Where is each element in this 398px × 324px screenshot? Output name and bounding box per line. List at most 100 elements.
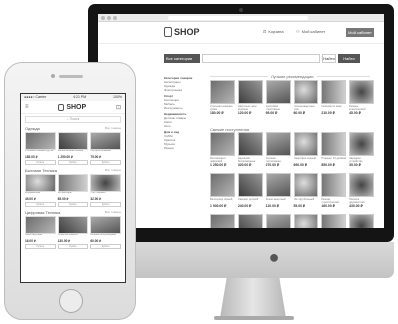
product-card[interactable]: Диван угловой2 400.00 ₽ [293,214,319,228]
product-card[interactable]: Самокат детский 240.00 ₽ [237,173,263,208]
product-image[interactable] [293,214,319,228]
product-image[interactable] [265,214,291,228]
product-image[interactable] [210,214,235,228]
product-card[interactable]: Полка книжная140.00 ₽ [321,214,347,228]
shop-logo[interactable]: SHOP [164,27,200,37]
cart-icon[interactable]: ⊡ [116,104,121,111]
product-card[interactable]: Планшет 10 дюймов 850.00 ₽ [321,132,347,167]
sidebar-item[interactable]: Разное [164,146,206,150]
product-image[interactable] [210,173,235,197]
product-price: 185.00 ₽ [25,155,38,159]
product-card[interactable]: Наручные часы мужские 120.00 ₽ [237,80,263,115]
product-card[interactable]: Кошелек из кожи 210.00 ₽ [321,80,347,115]
see-all-link[interactable]: Все товары [105,168,121,173]
product-image[interactable] [321,214,347,228]
buy-button[interactable]: Купить [90,244,121,249]
product-image[interactable] [237,214,263,228]
category-select[interactable]: Все категории [164,54,200,63]
search-button[interactable]: Найти [338,54,360,63]
product-card[interactable]: Шлем защитный 110.00 ₽ [265,173,291,208]
account-button[interactable]: Мой кабинет [346,28,374,37]
product-card[interactable]: Перчатки кожаные 75.00 ₽ Купить [90,132,121,165]
product-image[interactable] [57,174,89,192]
account-link[interactable]: ⚇ Мой кабинет [296,29,325,34]
product-card[interactable]: Колонка портативная 270.00 ₽ [265,132,291,167]
product-card[interactable]: Кресло офисное520.00 ₽ [210,214,235,228]
product-image[interactable] [237,173,263,197]
product-card[interactable]: Шапка вязаная зимняя 1 250.00 ₽ Купить [57,132,89,165]
product-card[interactable]: Утюг паровой 32.00 ₽ Купить [90,174,121,207]
product-image[interactable] [321,132,347,156]
cart-link[interactable]: ⊡ Корзина [263,29,284,34]
product-card[interactable]: Часы наручные 16.00 ₽ Купить [25,216,56,249]
product-card[interactable]: Фотоаппарат цифровой 1 250.00 ₽ [210,132,235,167]
product-image[interactable] [57,132,89,150]
product-card[interactable]: Кофемашина 45.00 ₽ Купить [25,174,56,207]
product-image[interactable] [293,173,319,197]
product-image[interactable] [25,216,56,234]
product-card[interactable]: Стильная кожаная куртка 185.00 ₽ Купить [25,132,56,165]
product-card[interactable]: Объектив камеры 130.00 ₽ Купить [57,216,89,249]
minimize-window-icon[interactable] [107,16,111,20]
product-image[interactable] [237,80,263,104]
product-image[interactable] [90,174,121,192]
product-image[interactable] [57,216,89,234]
product-card[interactable]: Колонка беспроводная 60.00 ₽ Купить [90,216,121,249]
product-image[interactable] [25,174,56,192]
product-card[interactable]: Ремень классический 45.00 ₽ [349,80,374,115]
product-card[interactable]: Солнцезащитные очки 60.00 ₽ [293,80,319,115]
home-button[interactable] [59,289,83,313]
product-card[interactable]: Стол компьютерный780.00 ₽ [237,214,263,228]
menu-icon[interactable]: ≡ [25,104,29,110]
product-card[interactable]: Рюкзак туристический 160.00 ₽ [321,173,347,208]
buy-button[interactable]: Купить [25,244,56,249]
see-all-link[interactable]: Все товары [105,210,121,215]
product-image[interactable] [293,132,319,156]
product-card[interactable]: Велосипед горный 1 900.00 ₽ [210,173,235,208]
buy-button[interactable]: Купить [25,160,56,165]
product-card[interactable]: Кроссовки спортивные 95.00 ₽ [265,80,291,115]
maximize-window-icon[interactable] [113,16,117,20]
product-image[interactable] [265,173,291,197]
sidebar-item[interactable]: Авто [164,124,206,128]
product-image[interactable] [293,80,319,104]
buy-button[interactable]: Купить [57,244,89,249]
phone-logo[interactable]: SHOP [58,103,86,111]
product-image[interactable] [265,80,291,104]
buy-button[interactable]: Купить [90,160,121,165]
buy-button[interactable]: Купить [57,202,89,207]
close-window-icon[interactable] [101,16,105,20]
address-bar[interactable] [168,16,308,20]
product-image[interactable] [349,173,374,197]
product-card[interactable]: Зарядное устройство 35.00 ₽ [349,132,374,167]
search-go-button[interactable]: Найти [322,54,336,63]
product-card[interactable]: Наушники беспроводные 320.00 ₽ [237,132,263,167]
buy-button[interactable]: Купить [57,160,89,165]
product-card[interactable]: Смартфон черный 690.00 ₽ [293,132,319,167]
product-card[interactable]: Палатка двухместная 430.00 ₽ [349,173,374,208]
product-image[interactable] [321,80,347,104]
product-card[interactable]: Лампа настольная75.00 ₽ [265,214,291,228]
see-all-link[interactable]: Все товары [105,126,121,131]
product-image[interactable] [349,80,374,104]
phone-search-input[interactable]: ⌕ Поиск [25,116,121,123]
buy-button[interactable]: Купить [25,202,56,207]
sidebar-item[interactable]: Электроника [164,88,206,92]
product-image[interactable] [90,216,121,234]
product-image[interactable] [265,132,291,156]
product-card[interactable]: Стильная кожаная сумка 180.00 ₽ [210,80,235,115]
product-image[interactable] [25,132,56,150]
product-image[interactable] [210,132,235,156]
product-image[interactable] [321,173,347,197]
product-card[interactable]: Фотоаппарат 65.00 ₽ Купить [57,174,89,207]
sidebar-item[interactable]: Инструменты [164,106,206,110]
product-image[interactable] [349,132,374,156]
product-image[interactable] [210,80,235,104]
product-image[interactable] [90,132,121,150]
buy-button[interactable]: Купить [90,202,121,207]
product-card[interactable]: Зеркало настенное95.00 ₽ [349,214,374,228]
product-image[interactable] [237,132,263,156]
search-input[interactable] [202,54,320,63]
product-card[interactable]: Мяч футбольный 55.00 ₽ [293,173,319,208]
product-image[interactable] [349,214,374,228]
